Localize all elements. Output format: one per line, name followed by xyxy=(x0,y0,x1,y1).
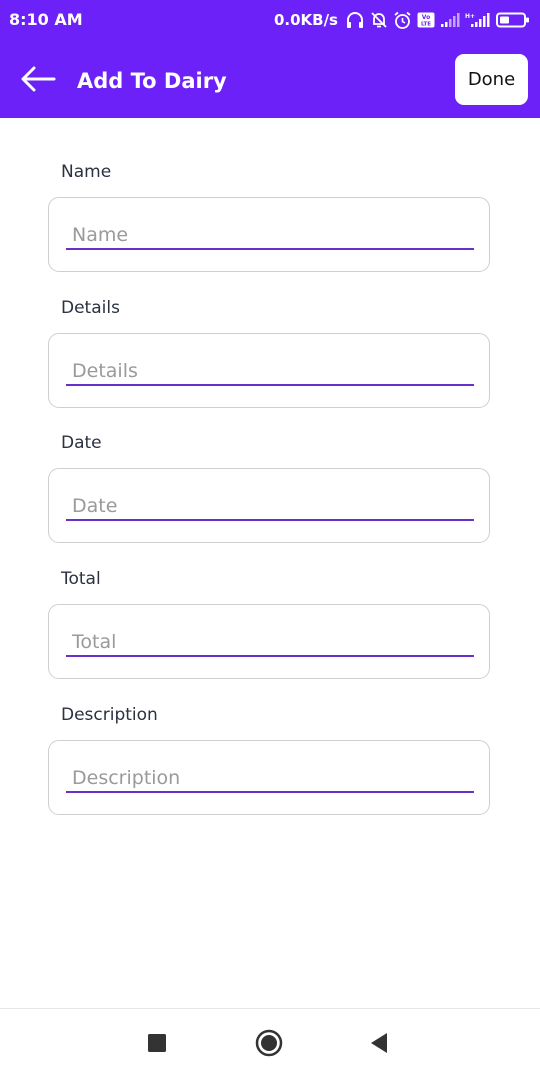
details-input[interactable] xyxy=(66,358,474,386)
details-label: Details xyxy=(61,298,120,318)
status-bar: 8:10 AM 0.0KB/s Vo LTE H+ xyxy=(0,0,540,41)
home-button[interactable] xyxy=(253,1029,285,1061)
status-time: 8:10 AM xyxy=(9,10,83,29)
description-label: Description xyxy=(61,705,158,725)
description-field-box xyxy=(48,740,490,815)
page-title: Add To Dairy xyxy=(77,69,227,93)
bell-off-icon xyxy=(370,11,388,29)
network-speed: 0.0KB/s xyxy=(273,11,338,29)
status-icons: 0.0KB/s Vo LTE H+ xyxy=(274,9,530,31)
system-nav-bar xyxy=(0,1008,540,1080)
total-input[interactable] xyxy=(66,629,474,657)
signal-icon: H+ xyxy=(465,12,491,28)
square-recents-icon xyxy=(147,1033,167,1057)
total-field-box xyxy=(48,604,490,679)
total-label: Total xyxy=(61,569,101,589)
volte-icon: Vo LTE xyxy=(417,12,435,28)
name-input[interactable] xyxy=(66,222,474,250)
back-button[interactable] xyxy=(14,61,62,101)
details-field-box xyxy=(48,333,490,408)
app-bar: Add To Dairy Done xyxy=(0,41,540,118)
svg-text:LTE: LTE xyxy=(421,22,431,28)
svg-text:H+: H+ xyxy=(465,13,475,20)
done-button[interactable]: Done xyxy=(455,54,528,105)
date-input[interactable] xyxy=(66,493,474,521)
signal-icon xyxy=(440,12,460,28)
triangle-back-icon xyxy=(369,1032,389,1058)
nav-back-button[interactable] xyxy=(363,1029,395,1061)
headphones-icon xyxy=(345,11,365,29)
recents-button[interactable] xyxy=(141,1029,173,1061)
name-label: Name xyxy=(61,162,112,182)
circle-home-icon xyxy=(255,1029,283,1061)
name-field-box xyxy=(48,197,490,272)
battery-icon xyxy=(496,12,530,28)
date-label: Date xyxy=(61,433,102,453)
arrow-left-icon xyxy=(20,66,56,96)
alarm-icon xyxy=(393,11,412,30)
date-field-box xyxy=(48,468,490,543)
svg-text:Vo: Vo xyxy=(422,14,430,21)
description-input[interactable] xyxy=(66,765,474,793)
